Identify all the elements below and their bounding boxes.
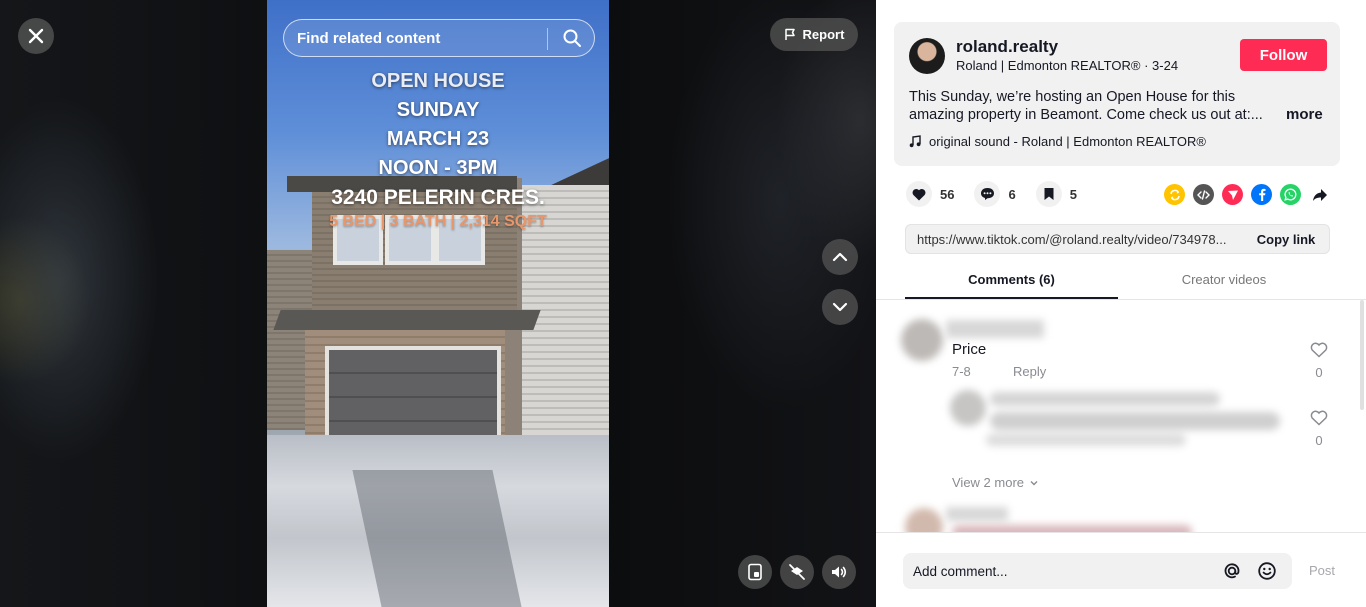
- tab-creator-videos[interactable]: Creator videos: [1118, 266, 1330, 299]
- comment-placeholder: Add comment...: [913, 563, 1008, 579]
- details-panel: roland.realty Roland | Edmonton REALTOR®…: [876, 0, 1366, 607]
- comment-button[interactable]: 6: [974, 181, 1016, 207]
- no-interaction-icon: [789, 564, 805, 580]
- whatsapp-icon[interactable]: [1280, 184, 1301, 205]
- commenter-avatar[interactable]: [901, 319, 943, 361]
- previous-video-button[interactable]: [822, 239, 858, 275]
- send-icon[interactable]: [1222, 184, 1243, 205]
- engagement-stats: 56 6 5: [906, 181, 1097, 207]
- comment-list: Price 7-8 Reply 0 0 View 2 more: [876, 300, 1358, 532]
- reply-like-count: 0: [1315, 433, 1323, 448]
- share-options: [1164, 184, 1330, 205]
- comments-scrollbar[interactable]: [1360, 300, 1364, 410]
- next-video-button[interactable]: [822, 289, 858, 325]
- chevron-down-icon: [1030, 480, 1038, 485]
- commenter-name[interactable]: [946, 320, 1044, 338]
- interactive-toggle-button[interactable]: [780, 555, 814, 589]
- video-url[interactable]: https://www.tiktok.com/@roland.realty/vi…: [917, 232, 1226, 247]
- commenter-name[interactable]: [946, 507, 1008, 521]
- report-label: Report: [802, 27, 845, 42]
- floating-player-button[interactable]: [738, 555, 772, 589]
- heart-outline-icon: [1310, 342, 1328, 358]
- like-count: 56: [940, 186, 955, 202]
- heart-icon: [912, 188, 926, 200]
- video-viewer: Find related content OPEN HOUSE SUNDAY M…: [0, 0, 876, 607]
- save-button[interactable]: 5: [1035, 181, 1077, 207]
- post-date: 3-24: [1152, 58, 1179, 73]
- comment-count: 6: [1008, 186, 1016, 202]
- comment-text: Price: [952, 341, 987, 358]
- emoji-icon[interactable]: [1257, 561, 1277, 581]
- overlay-text-line: 3240 PELERIN CRES.: [331, 186, 545, 209]
- chevron-up-icon: [832, 252, 848, 262]
- video-scene: [352, 470, 522, 607]
- username[interactable]: roland.realty: [956, 37, 1058, 57]
- embed-icon[interactable]: [1193, 184, 1214, 205]
- avatar[interactable]: [909, 38, 945, 74]
- blurred-reply: [990, 412, 1280, 430]
- facebook-icon[interactable]: [1251, 184, 1272, 205]
- volume-button[interactable]: [822, 555, 856, 589]
- overlay-text-line: MARCH 23: [386, 128, 490, 150]
- save-count: 5: [1069, 186, 1077, 202]
- comment-like-count: 0: [1315, 365, 1323, 380]
- search-icon[interactable]: [562, 28, 582, 48]
- video-link-box: https://www.tiktok.com/@roland.realty/vi…: [905, 224, 1330, 254]
- tab-comments[interactable]: Comments (6): [905, 266, 1118, 299]
- comment-text: [952, 525, 1192, 532]
- sound-label: original sound - Roland | Edmonton REALT…: [929, 134, 1206, 149]
- display-name[interactable]: Roland | Edmonton REALTOR®: [956, 58, 1140, 73]
- sound-link[interactable]: original sound - Roland | Edmonton REALT…: [909, 134, 1206, 149]
- reply-thread: [946, 382, 1286, 462]
- overlay-text-line: OPEN HOUSE: [371, 70, 505, 92]
- divider: [547, 28, 548, 50]
- video-scene: [273, 310, 541, 330]
- related-search-input[interactable]: Find related content: [283, 19, 595, 57]
- comment-bubble-icon: [980, 188, 994, 200]
- copy-link-button[interactable]: Copy link: [1243, 225, 1329, 253]
- like-button[interactable]: 56: [906, 181, 954, 207]
- comment-date: 7-8: [952, 364, 971, 379]
- overlay-text-line: SUNDAY: [396, 99, 480, 121]
- add-comment-input[interactable]: Add comment...: [903, 553, 1292, 589]
- post-info-card: roland.realty Roland | Edmonton REALTOR®…: [894, 22, 1340, 166]
- heart-outline-icon: [1310, 410, 1328, 426]
- music-note-icon: [909, 135, 921, 148]
- commenter-avatar[interactable]: [905, 508, 943, 532]
- video-scene: [325, 346, 501, 440]
- comment-composer: Add comment... Post: [876, 532, 1366, 607]
- comment-like-button[interactable]: 0: [1309, 342, 1329, 380]
- overlay-text-line: 5 BED | 3 BATH | 2,314 SQFT: [329, 213, 547, 230]
- search-placeholder: Find related content: [297, 29, 441, 47]
- overlay-text-line: NOON - 3PM: [378, 157, 498, 179]
- volume-icon: [832, 566, 847, 578]
- close-button[interactable]: [18, 18, 54, 54]
- bookmark-icon: [1044, 188, 1054, 200]
- close-icon: [28, 28, 44, 44]
- view-more-replies[interactable]: View 2 more: [952, 475, 1039, 490]
- share-arrow-icon[interactable]: [1309, 184, 1330, 205]
- author-subline: Roland | Edmonton REALTOR® · 3-24: [956, 58, 1178, 73]
- view-more-label: View 2 more: [952, 475, 1025, 490]
- blurred-reply: [990, 392, 1220, 406]
- follow-button[interactable]: Follow: [1240, 39, 1327, 71]
- more-link[interactable]: more: [1286, 106, 1323, 123]
- reply-button[interactable]: Reply: [1013, 364, 1046, 379]
- repost-icon[interactable]: [1164, 184, 1185, 205]
- separator-dot: ·: [1144, 58, 1153, 73]
- post-description: This Sunday, we’re hosting an Open House…: [909, 89, 1263, 123]
- floating-player-icon: [748, 563, 762, 581]
- blurred-reply: [950, 390, 986, 426]
- flag-icon: [784, 28, 795, 40]
- reply-like-button[interactable]: 0: [1309, 410, 1329, 448]
- video-player[interactable]: Find related content OPEN HOUSE SUNDAY M…: [267, 0, 609, 607]
- blurred-reply: [986, 434, 1186, 446]
- post-button[interactable]: Post: [1309, 563, 1335, 578]
- chevron-down-icon: [832, 302, 848, 312]
- mention-icon[interactable]: [1222, 561, 1242, 581]
- report-button[interactable]: Report: [770, 18, 858, 51]
